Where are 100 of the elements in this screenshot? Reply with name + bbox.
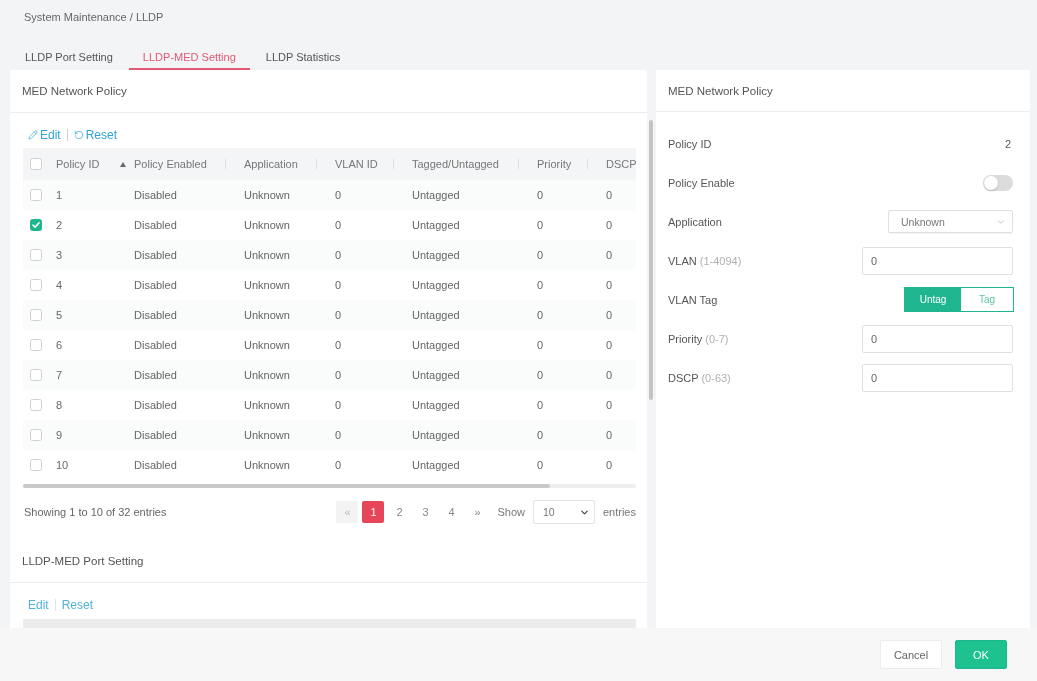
column-header[interactable]: Priority [537,158,572,170]
field-value: 2 [1004,137,1011,150]
checkbox[interactable] [30,369,42,381]
next-page-button[interactable]: » [466,501,489,523]
table-cell: 0 [329,240,406,270]
tab[interactable]: LLDP Statistics [251,32,355,70]
table-cell: 0 [329,360,406,390]
table-cell: Disabled [128,360,238,390]
table-cell: 0 [600,330,636,360]
table-cell: 0 [600,240,636,270]
edit-link[interactable]: Edit [28,128,61,142]
table-cell: Untagged [406,240,531,270]
column-header[interactable]: Application [244,158,298,170]
table-cell: Untagged [406,420,531,450]
table-cell: 0 [329,180,406,210]
table-cell: Unknown [238,330,329,360]
table-cell: Untagged [406,300,531,330]
checkbox[interactable] [30,249,42,261]
text-input[interactable]: 0 [862,363,1013,392]
table-cell: Untagged [406,450,531,480]
checkbox[interactable] [30,189,42,201]
table-cell: 0 [531,210,600,240]
page-button[interactable]: 4 [440,501,463,523]
page-size-select[interactable]: 10 [532,500,595,524]
table-cell: 0 [329,210,406,240]
table-cell: 0 [531,360,600,390]
pencil-icon [28,130,38,140]
entries-label: entries [602,506,636,518]
text-input[interactable]: 0 [862,246,1013,275]
table-cell: Untagged [406,180,531,210]
table-cell: 0 [329,300,406,330]
table-cell: 0 [531,180,600,210]
table-cell: Disabled [128,240,238,270]
table-cell: 0 [600,450,636,480]
sort-ascending-icon[interactable] [120,161,126,167]
entries-info: Showing 1 to 10 of 32 entries [24,506,167,518]
checkbox[interactable] [30,399,42,411]
table-cell: 2 [50,210,128,240]
checkbox[interactable] [30,339,42,351]
field-label: Policy Enable [668,176,735,189]
table-cell: 0 [329,330,406,360]
checkbox[interactable] [30,459,42,471]
table-cell: Untagged [406,390,531,420]
column-header[interactable]: DSCP [606,158,637,170]
field-label: Policy ID [668,137,712,150]
table-cell: 0 [600,300,636,330]
panel-title: LLDP-MED Port Setting [10,540,647,583]
reset-link[interactable]: Reset [61,598,94,612]
checkbox[interactable] [30,279,42,291]
column-header[interactable]: VLAN ID [335,158,378,170]
table-cell: 0 [600,390,636,420]
table-cell: Unknown [238,360,329,390]
ok-button[interactable]: OK [955,640,1007,669]
table-cell: Unknown [238,240,329,270]
table-cell: Unknown [238,210,329,240]
column-header[interactable]: Tagged/Untagged [412,158,499,170]
horizontal-scrollbar[interactable] [23,484,636,488]
table-cell: Untagged [406,210,531,240]
table-cell: 0 [531,330,600,360]
table-cell: 0 [600,270,636,300]
page-button[interactable]: 2 [388,501,411,523]
show-label: Show [497,506,525,518]
table-cell: Disabled [128,390,238,420]
table-cell: Disabled [128,420,238,450]
reset-link[interactable]: Reset [73,128,118,142]
table-cell: 0 [329,390,406,420]
table-cell: Disabled [128,270,238,300]
text-input[interactable]: 0 [862,324,1013,353]
vertical-scrollbar[interactable] [649,120,653,400]
table-cell: 8 [50,390,128,420]
table-cell: 0 [329,450,406,480]
table-cell: Unknown [238,420,329,450]
checkbox[interactable] [30,219,42,231]
cancel-button[interactable]: Cancel [880,640,942,669]
table-cell: 0 [329,420,406,450]
table-cell: Unknown [238,270,329,300]
toggle-switch[interactable] [983,174,1013,191]
checkbox[interactable] [30,158,42,170]
table-cell: Unknown [238,450,329,480]
table-cell: 0 [531,300,600,330]
column-header[interactable]: Policy Enabled [134,158,207,170]
table-cell: 5 [50,300,128,330]
column-header[interactable]: Policy ID [56,158,100,170]
table-cell: 0 [531,240,600,270]
page-button[interactable]: 1 [362,501,385,523]
table-cell: 0 [531,450,600,480]
circular-arrow-icon [73,130,84,140]
table-cell: Disabled [128,210,238,240]
table-cell: Disabled [128,180,238,210]
table-cell: 4 [50,270,128,300]
checkbox[interactable] [30,429,42,441]
tab[interactable]: LLDP Port Setting [11,32,127,70]
field-label: VLAN Tag [668,293,718,306]
page-button[interactable]: 3 [414,501,437,523]
panel-title: MED Network Policy [656,70,1030,112]
checkbox[interactable] [30,309,42,321]
segmented-option[interactable]: Untag [905,288,961,311]
edit-link[interactable]: Edit [28,598,49,612]
dropdown-select[interactable]: Unknown [888,210,1013,233]
table-cell: 9 [50,420,128,450]
